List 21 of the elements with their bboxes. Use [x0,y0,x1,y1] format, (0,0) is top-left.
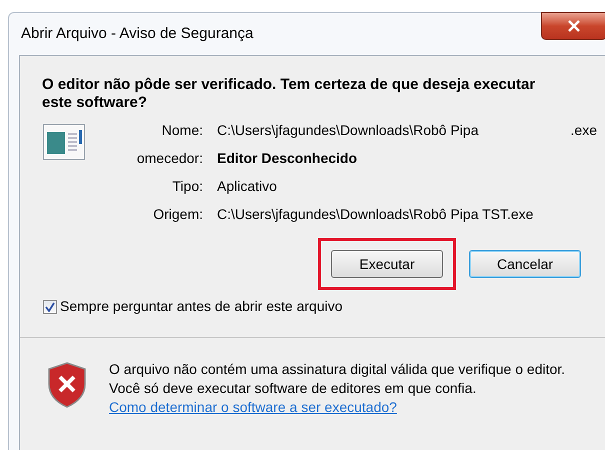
field-value: Editor Desconhecido [217,149,358,168]
file-extension: .exe [570,121,597,140]
shield-error-icon [47,362,87,408]
field-value: Aplicativo [217,177,278,196]
dialog-button[interactable]: Cancelar [469,250,581,278]
field-label: omecedor: [136,149,203,168]
field-label: Origem: [152,205,203,224]
window-title: Abrir Arquivo - Aviso de Segurança [21,24,254,44]
warning-text: O arquivo não contém uma assinatura digital válida que verifique o editor. Você só deve executar software de editores em que confia. [109,360,566,398]
field-label: Nome: [160,121,203,140]
close-icon [567,20,581,32]
close-button[interactable] [541,12,605,40]
checkbox[interactable] [43,300,57,314]
application-icon [43,124,85,160]
dialog-button[interactable]: Executar [331,250,443,278]
field-value: C:\Users\jfagundes\Downloads\Robô Pipa [217,121,478,140]
field-value: C:\Users\jfagundes\Downloads\Robô Pipa TST.exe [217,205,534,224]
help-link[interactable]: Como determinar o software a ser executado? [109,399,397,415]
field-label: Tipo: [171,177,203,196]
question-text: O editor não pôde ser verificado. Tem certeza de que deseja executar este software? [42,76,536,112]
checkbox-label: Sempre perguntar antes de abrir este arquivo [60,297,342,316]
